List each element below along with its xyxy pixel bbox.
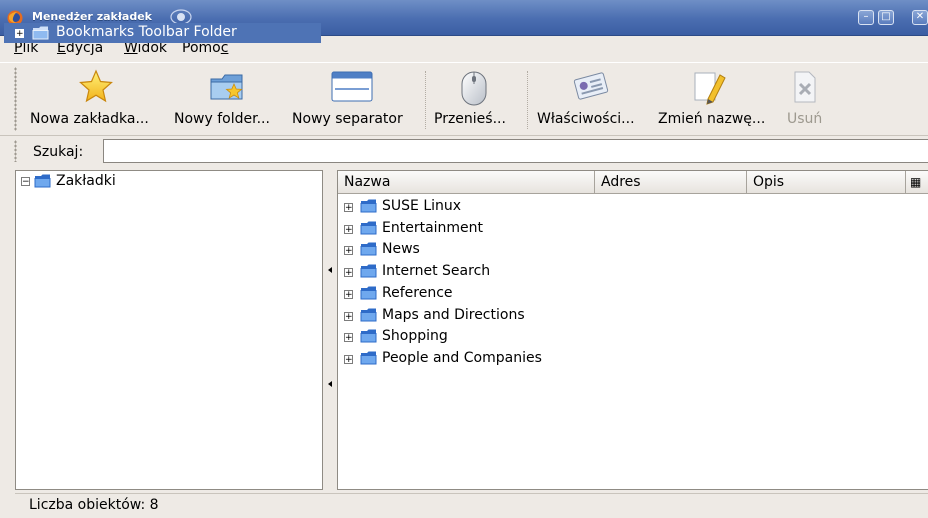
maximize-button[interactable]: □: [878, 10, 894, 25]
folder-icon: [32, 26, 49, 40]
expand-icon[interactable]: +: [344, 203, 353, 213]
new-folder-icon: [210, 74, 243, 100]
delete-label: Usuń: [787, 111, 823, 127]
column-header-address[interactable]: Adres: [595, 171, 747, 194]
search-input[interactable]: [103, 139, 928, 163]
searchbar-grip[interactable]: [14, 140, 17, 162]
pencil-icon: [694, 72, 726, 105]
list-item-label: SUSE Linux: [382, 198, 462, 214]
folder-icon: [360, 329, 377, 343]
window-separator-icon: [331, 71, 373, 102]
column-picker-icon: ▦: [910, 175, 922, 189]
tree-root-label: Zakładki: [56, 173, 116, 189]
tree-selected-label: Bookmarks Toolbar Folder: [56, 24, 237, 40]
folder-icon: [360, 286, 377, 300]
window-title: Menedżer zakładek: [32, 10, 152, 23]
minimize-icon: –: [863, 11, 869, 22]
list-item[interactable]: + SUSE Linux: [338, 198, 928, 220]
folder-icon: [360, 199, 377, 213]
delete-button[interactable]: Usuń: [782, 63, 830, 135]
expand-icon[interactable]: +: [344, 289, 353, 299]
expand-icon[interactable]: +: [344, 311, 353, 321]
list-item-label: News: [382, 241, 420, 258]
bookmark-list[interactable]: Nazwa Adres Opis ▦ + SUSE Linux + Entertain…: [337, 170, 928, 490]
splitter[interactable]: [326, 170, 334, 490]
new-bookmark-button[interactable]: Nowa zakładka...: [26, 63, 168, 135]
new-folder-label: Nowy folder...: [174, 111, 270, 127]
list-item-label: Reference: [382, 284, 453, 301]
close-icon: ✕: [915, 11, 925, 22]
list-item[interactable]: + Internet Search: [338, 263, 928, 285]
expand-icon[interactable]: +: [344, 268, 353, 278]
mouse-icon: [461, 71, 487, 106]
toolbar-separator: [527, 71, 529, 129]
status-bar: Liczba obiektów: 8: [15, 493, 928, 518]
rename-button[interactable]: Zmień nazwę...: [654, 63, 774, 135]
properties-button[interactable]: Właściwości...: [533, 63, 653, 135]
new-separator-label: Nowy separator: [292, 111, 403, 127]
status-text: Liczba obiektów: 8: [29, 497, 159, 513]
expand-icon[interactable]: +: [15, 29, 24, 39]
search-label: Szukaj:: [33, 144, 84, 160]
new-bookmark-label: Nowa zakładka...: [30, 111, 149, 127]
list-item[interactable]: + Reference: [338, 285, 928, 307]
list-item[interactable]: + Maps and Directions: [338, 307, 928, 329]
splitter-left-arrow-icon[interactable]: [328, 381, 332, 387]
tree-item-selected[interactable]: + Bookmarks Toolbar Folder: [4, 23, 321, 43]
list-item-label: Shopping: [382, 328, 448, 345]
new-folder-button[interactable]: Nowy folder...: [170, 63, 286, 135]
folder-icon: [360, 308, 377, 321]
toolbar-grip[interactable]: [14, 67, 17, 131]
minimize-button[interactable]: –: [858, 10, 874, 25]
folder-icon: [34, 174, 51, 188]
collapse-icon[interactable]: −: [21, 177, 30, 187]
star-icon: [79, 69, 113, 103]
toolbar-separator: [425, 71, 427, 129]
expand-icon[interactable]: +: [344, 354, 353, 364]
move-label: Przenieś...: [434, 111, 506, 127]
list-item[interactable]: + Shopping: [338, 328, 928, 350]
properties-card-icon: [573, 72, 609, 100]
column-header-name[interactable]: Nazwa: [338, 171, 595, 194]
folder-tree[interactable]: − Zakładki: [15, 170, 323, 490]
folder-icon: [360, 351, 377, 365]
search-bar: Szukaj:: [0, 135, 928, 168]
expand-icon[interactable]: +: [344, 224, 353, 234]
maximize-icon: □: [881, 11, 891, 22]
list-item[interactable]: + Entertainment: [338, 220, 928, 242]
list-item-label: Entertainment: [382, 219, 484, 236]
rename-label: Zmień nazwę...: [658, 111, 766, 127]
list-item-label: People and Companies: [382, 349, 542, 366]
folder-icon: [360, 264, 377, 278]
folder-icon: [360, 221, 377, 235]
list-item-label: Internet Search: [382, 263, 491, 280]
tree-item-root[interactable]: − Zakładki: [16, 172, 316, 192]
folder-icon: [360, 242, 377, 256]
column-picker-button[interactable]: ▦: [906, 171, 928, 194]
close-button[interactable]: ✕: [912, 10, 928, 25]
toolbar: Nowa zakładka... Nowy folder... Nowy sep…: [0, 62, 928, 135]
delete-x-icon: [794, 71, 816, 103]
list-item[interactable]: + People and Companies: [338, 350, 928, 372]
list-item[interactable]: + News: [338, 241, 928, 263]
splitter-left-arrow-icon[interactable]: [328, 267, 332, 273]
column-header-description[interactable]: Opis: [747, 171, 906, 194]
properties-label: Właściwości...: [537, 111, 635, 127]
list-item-label: Maps and Directions: [382, 306, 525, 323]
move-button[interactable]: Przenieś...: [430, 63, 522, 135]
new-separator-button[interactable]: Nowy separator: [288, 63, 422, 135]
expand-icon[interactable]: +: [344, 333, 353, 343]
expand-icon[interactable]: +: [344, 246, 353, 256]
